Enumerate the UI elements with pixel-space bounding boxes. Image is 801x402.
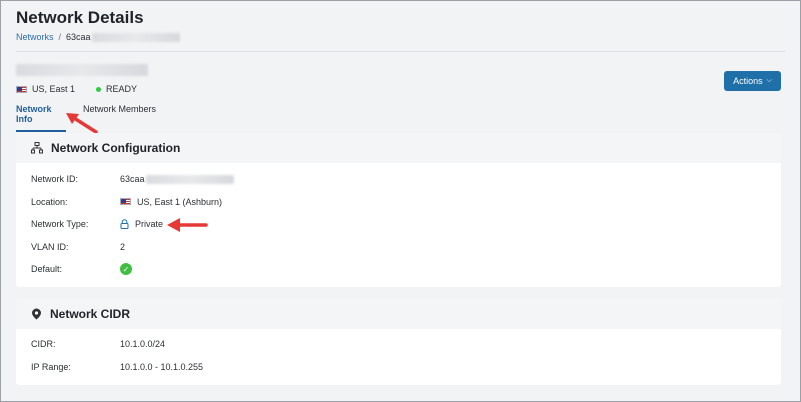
- header-divider: [16, 51, 785, 52]
- lock-icon: [120, 219, 129, 230]
- vlan-id-label: VLAN ID:: [31, 241, 69, 252]
- actions-button[interactable]: Actions ⌵: [724, 71, 781, 91]
- network-configuration-title: Network Configuration: [51, 141, 181, 155]
- ip-range-label: IP Range:: [31, 361, 71, 372]
- page-title: Network Details: [16, 8, 144, 27]
- vlan-id-value: 2: [120, 241, 126, 252]
- status-label: READY: [106, 84, 138, 94]
- network-id-value: 63caa: [120, 174, 145, 185]
- actions-label: Actions: [733, 76, 763, 86]
- cidr-row: CIDR: 10.1.0.0/24: [31, 333, 766, 356]
- location-value-group: US, East 1 (Ashburn): [120, 197, 222, 207]
- breadcrumb-networks-link[interactable]: Networks: [16, 32, 54, 42]
- annotation-arrow-network-type: [167, 218, 208, 232]
- network-configuration-body: Network ID: 63caa Location: US, East 1 (…: [16, 163, 781, 281]
- redacted-id-blur: [91, 32, 180, 42]
- config-row-default: Default: ✓: [31, 258, 766, 281]
- network-configuration-header: Network Configuration: [16, 133, 781, 163]
- network-id-label: Network ID:: [31, 174, 79, 185]
- network-cidr-title: Network CIDR: [50, 307, 131, 321]
- network-type-value-group: Private: [120, 219, 164, 230]
- config-row-network-id: Network ID: 63caa: [31, 168, 766, 191]
- network-topology-icon: [31, 142, 43, 154]
- breadcrumb-current: 63caa: [66, 32, 180, 42]
- breadcrumb-separator: /: [58, 32, 62, 42]
- config-row-location: Location: US, East 1 (Ashburn): [31, 191, 766, 214]
- location-pin-icon: [32, 308, 41, 320]
- check-circle-icon: ✓: [120, 263, 132, 276]
- network-id-value-group: 63caa: [120, 174, 234, 184]
- network-cidr-header: Network CIDR: [16, 299, 781, 329]
- region-label: US, East 1: [32, 84, 76, 94]
- default-value-group: ✓: [120, 263, 132, 276]
- cidr-label: CIDR:: [31, 339, 56, 350]
- network-cidr-card: Network CIDR CIDR: 10.1.0.0/24 IP Range:…: [16, 299, 781, 385]
- cidr-value: 10.1.0.0/24: [120, 339, 166, 350]
- us-flag-icon: [16, 85, 27, 93]
- chevron-down-icon: ⌵: [766, 77, 772, 84]
- ip-range-value: 10.1.0.0 - 10.1.0.255: [120, 361, 204, 372]
- redacted-network-id: [145, 174, 234, 184]
- location-value: US, East 1 (Ashburn): [137, 196, 223, 207]
- network-type-label: Network Type:: [31, 219, 89, 230]
- default-label: Default:: [31, 264, 63, 275]
- ip-range-row: IP Range: 10.1.0.0 - 10.1.0.255: [31, 356, 766, 379]
- breadcrumb: Networks / 63caa: [16, 32, 180, 42]
- status-dot-icon: [96, 86, 102, 92]
- us-flag-icon: [120, 198, 131, 206]
- tab-network-info[interactable]: Network Info: [16, 104, 66, 132]
- network-status-row: US, East 1 READY: [16, 84, 137, 94]
- network-configuration-card: Network Configuration Network ID: 63caa …: [16, 133, 781, 287]
- network-cidr-body: CIDR: 10.1.0.0/24 IP Range: 10.1.0.0 - 1…: [16, 329, 781, 378]
- config-row-vlan-id: VLAN ID: 2: [31, 236, 766, 259]
- redacted-network-name: [16, 64, 148, 76]
- breadcrumb-current-id: 63caa: [66, 32, 91, 42]
- location-label: Location:: [31, 196, 68, 207]
- network-type-value: Private: [135, 219, 164, 230]
- config-row-network-type: Network Type: Private: [31, 213, 766, 236]
